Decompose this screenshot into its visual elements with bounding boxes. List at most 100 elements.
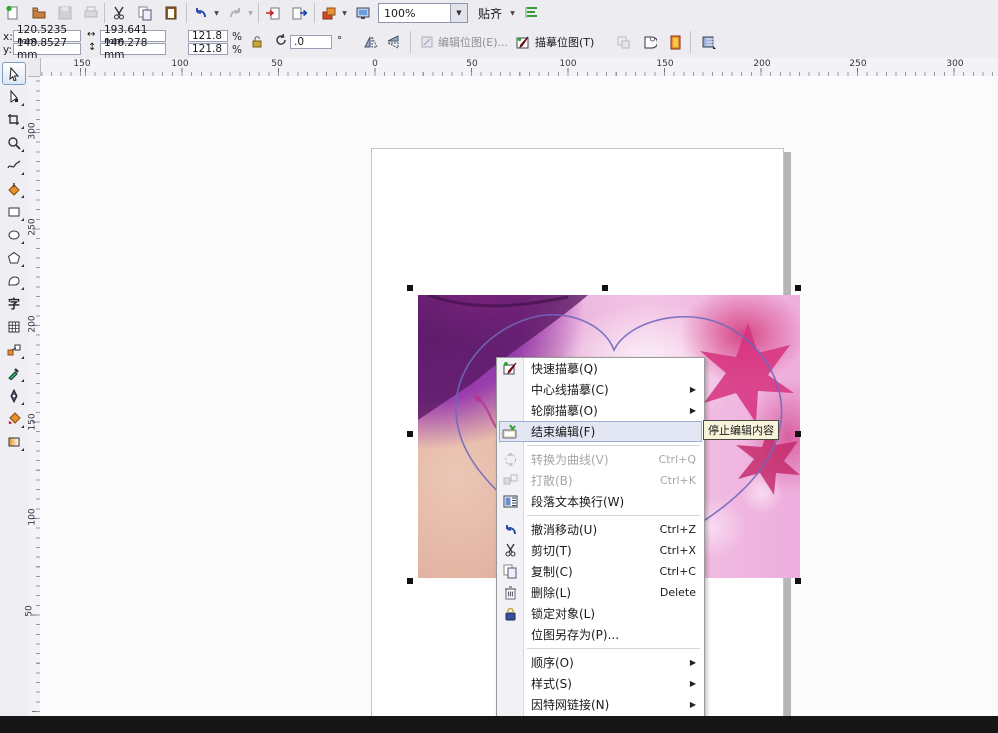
paragraph-text-wrap-icon [502, 494, 518, 510]
submenu-arrow-icon: ▶ [690, 658, 696, 667]
freehand-tool[interactable] [2, 154, 26, 177]
scale-h-unit: % [232, 31, 242, 43]
ellipse-tool[interactable] [2, 223, 26, 246]
rectangle-tool[interactable] [2, 200, 26, 223]
rotation-angle-field[interactable]: .0 [290, 35, 332, 49]
selection-handle[interactable] [795, 578, 801, 584]
selection-handle[interactable] [795, 431, 801, 437]
y-position-field[interactable]: 148.8527 mm [13, 43, 81, 55]
toolbar-separator [258, 3, 259, 23]
menu-item-copy[interactable]: 复制(C)Ctrl+C [497, 561, 704, 582]
text-tool[interactable]: 字 [2, 292, 26, 315]
export-icon[interactable] [288, 2, 310, 24]
toolbar-separator [690, 31, 691, 53]
application-launcher-icon[interactable] [318, 2, 340, 24]
undo-dropdown-arrow[interactable]: ▼ [212, 10, 221, 17]
object-height-field[interactable]: 146.278 mm [100, 43, 166, 55]
menu-item-order[interactable]: 顺序(O)▶ [497, 652, 704, 673]
application-launcher-dropdown-arrow[interactable]: ▼ [340, 10, 349, 17]
menu-separator [527, 515, 700, 516]
selection-handle[interactable] [407, 285, 413, 291]
zoom-combobox-arrow[interactable]: ▼ [450, 4, 467, 22]
table-tool[interactable] [2, 315, 26, 338]
menu-item-finish-editing[interactable]: 结束编辑(F) [497, 421, 704, 442]
bitmap-properties-icon[interactable] [698, 31, 720, 53]
scale-v-unit: % [232, 44, 242, 56]
smart-fill-tool[interactable] [2, 177, 26, 200]
zoom-level-combobox[interactable]: 100% ▼ [378, 3, 468, 23]
outline-pen-tool[interactable] [2, 384, 26, 407]
bitmap-boundary-icon[interactable] [638, 31, 660, 53]
menu-item-outline-trace[interactable]: 轮廓描摹(O)▶ [497, 400, 704, 421]
menu-item-save-bitmap-as[interactable]: 位图另存为(P)... [497, 624, 704, 645]
menu-item-paragraph-text-wrap[interactable]: 段落文本换行(W) [497, 491, 704, 512]
menu-item-delete[interactable]: 删除(L)Delete [497, 582, 704, 603]
scale-vertical-field[interactable]: 121.8 [188, 43, 228, 55]
trace-bitmap-icon [516, 35, 531, 50]
tooltip: 停止编辑内容 [703, 420, 779, 440]
lock-ratio-icon[interactable] [250, 35, 264, 52]
full-screen-preview-icon[interactable] [352, 2, 374, 24]
new-document-button[interactable] [2, 2, 24, 24]
print-icon [80, 2, 102, 24]
ruler-label: 150 [656, 59, 673, 69]
mirror-horizontal-icon[interactable] [360, 31, 382, 53]
alignment-guides-icon[interactable] [520, 2, 542, 24]
save-icon [54, 2, 76, 24]
undo-icon[interactable] [190, 2, 212, 24]
menu-item-undo-move[interactable]: 撤消移动(U)Ctrl+Z [497, 519, 704, 540]
shape-tool[interactable] [2, 85, 26, 108]
menu-item-cut[interactable]: 剪切(T)Ctrl+X [497, 540, 704, 561]
paste-icon[interactable] [160, 2, 182, 24]
submenu-arrow-icon: ▶ [690, 679, 696, 688]
menu-item-lock-object[interactable]: 锁定对象(L) [497, 603, 704, 624]
basic-shapes-tool[interactable] [2, 269, 26, 292]
import-icon[interactable] [262, 2, 284, 24]
fill-tool[interactable] [2, 407, 26, 430]
trace-bitmap-button[interactable]: 描摹位图(T) [516, 34, 594, 50]
crop-tool[interactable] [2, 108, 26, 131]
ruler-label: 100 [171, 59, 188, 69]
mirror-vertical-icon[interactable] [382, 31, 404, 53]
zoom-tool[interactable] [2, 131, 26, 154]
selection-handle[interactable] [407, 431, 413, 437]
menu-item-internet-links[interactable]: 因特网链接(N)▶ [497, 694, 704, 715]
selection-handle[interactable] [407, 578, 413, 584]
redo-dropdown-arrow: ▼ [246, 10, 255, 17]
selection-handle[interactable] [795, 285, 801, 291]
bitmap-color-mask-icon[interactable] [664, 31, 686, 53]
menu-item-styles[interactable]: 样式(S)▶ [497, 673, 704, 694]
ruler-label: 150 [28, 413, 38, 430]
edit-bitmap-button: 编辑位图(E)... [420, 34, 508, 50]
blend-tool[interactable] [2, 338, 26, 361]
menu-item-break-apart: 打散(B)Ctrl+K [497, 470, 704, 491]
menu-item-quick-trace[interactable]: 快速描摹(Q) [497, 358, 704, 379]
toolbar-separator [314, 3, 315, 23]
polygon-tool[interactable] [2, 246, 26, 269]
copy-icon [502, 564, 518, 580]
menu-item-convert-to-curves: 转换为曲线(V)Ctrl+Q [497, 449, 704, 470]
snap-to-button[interactable]: 贴齐 [478, 5, 502, 22]
interactive-fill-tool[interactable] [2, 430, 26, 453]
selection-handle[interactable] [602, 285, 608, 291]
break-apart-icon [502, 473, 518, 489]
x-label: x: [3, 31, 13, 43]
eyedropper-tool[interactable] [2, 361, 26, 384]
horizontal-ruler[interactable]: 150 100 50 0 50 100 150 200 250 300 [28, 58, 998, 77]
menu-item-centerline-trace[interactable]: 中心线描摹(C)▶ [497, 379, 704, 400]
ruler-label: 150 [73, 59, 90, 69]
ruler-origin[interactable] [28, 58, 41, 77]
ruler-label: 50 [466, 59, 477, 69]
ruler-label: 100 [28, 508, 38, 525]
snap-dropdown-arrow[interactable]: ▼ [508, 10, 517, 17]
copy-icon[interactable] [134, 2, 156, 24]
pick-tool[interactable] [2, 62, 26, 85]
scale-horizontal-field[interactable]: 121.8 [188, 30, 228, 42]
bottom-bar [0, 716, 998, 733]
open-icon[interactable] [28, 2, 50, 24]
edit-bitmap-icon [420, 35, 434, 49]
ruler-label: 300 [28, 122, 38, 139]
cut-icon[interactable] [108, 2, 130, 24]
toolbox: 字 [0, 58, 29, 716]
cut-icon [502, 543, 518, 559]
